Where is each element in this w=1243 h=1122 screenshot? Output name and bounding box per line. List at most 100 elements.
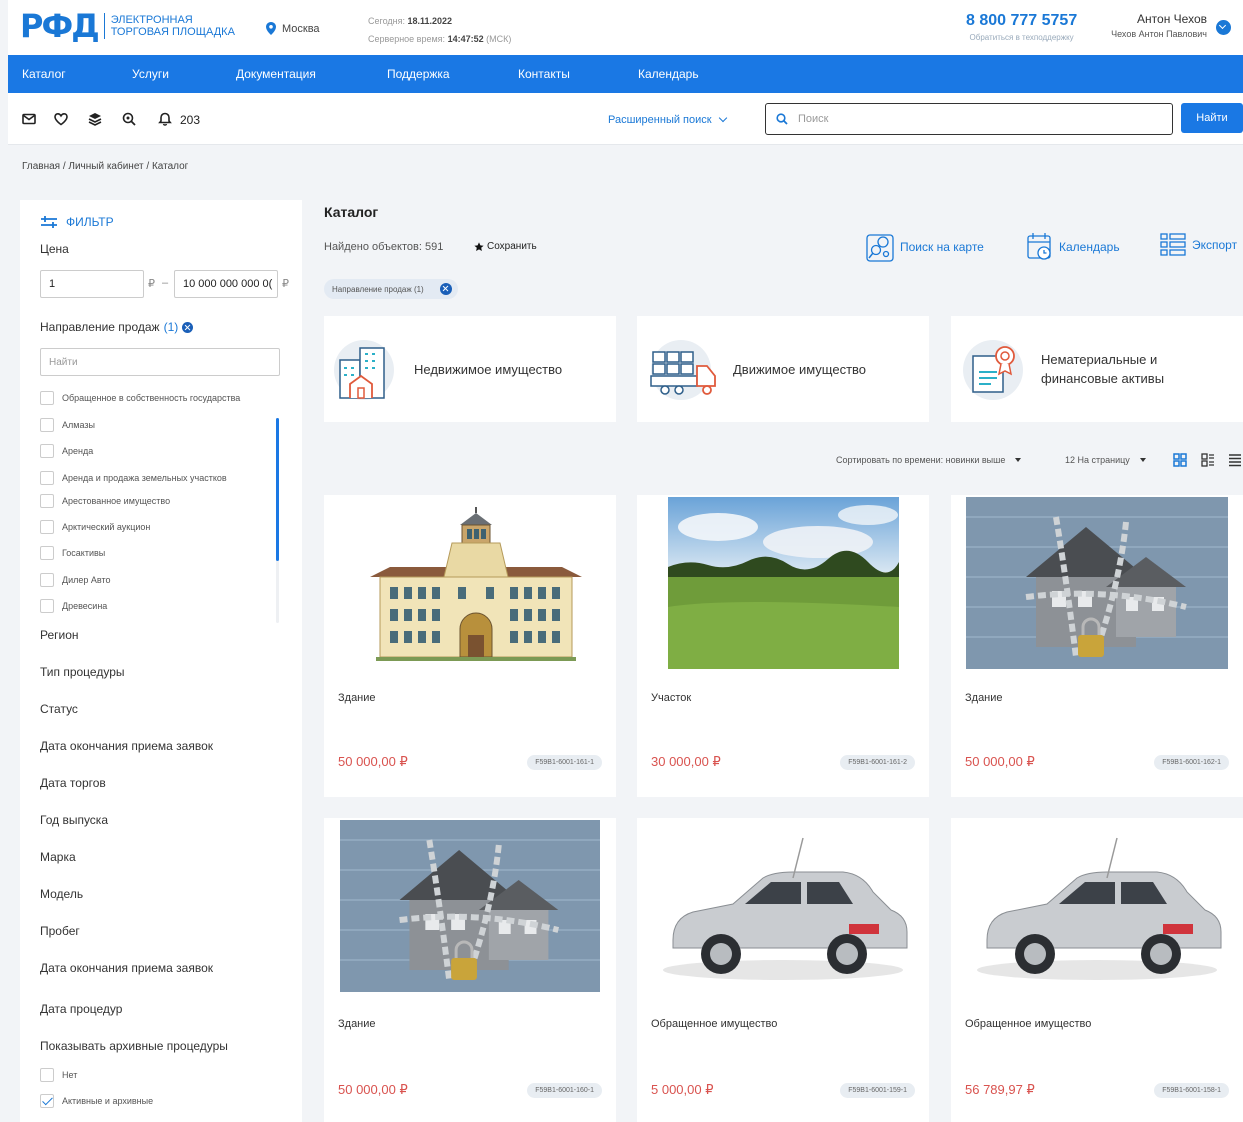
phone-number[interactable]: 8 800 777 5757 [966,12,1077,30]
building-image [340,497,600,669]
option-8[interactable]: Древесина [40,599,107,613]
chip-label: Направление продаж (1) [332,284,424,294]
support-phone[interactable]: 8 800 777 5757 Обратиться в техподдержку [966,12,1077,42]
section-mileage[interactable]: Пробег [40,924,80,938]
card-title: Здание [338,692,376,704]
user-full-name: Чехов Антон Павлович [1111,29,1207,39]
archive-option-all[interactable]: Активные и архивные [40,1094,153,1108]
clear-direction-icon[interactable] [182,321,194,333]
checkbox[interactable] [40,444,54,458]
active-filter-chip[interactable]: Направление продаж (1) [324,279,458,299]
direction-filter-title[interactable]: Направление продаж (1) [40,320,194,334]
support-link[interactable]: Обратиться в техподдержку [966,33,1077,42]
checkbox[interactable] [40,599,54,613]
direction-search-input[interactable]: Найти [40,348,280,376]
option-3[interactable]: Аренда и продажа земельных участков [40,471,227,485]
options-scroll-thumb[interactable] [276,418,279,561]
logo-text: ЭЛЕКТРОННАЯ ТОРГОВАЯ ПЛОЩАДКА [111,14,235,38]
sort-dropdown[interactable]: Сортировать по времени: новинки выше [836,455,1022,465]
checkbox[interactable] [40,494,54,508]
option-0[interactable]: Обращенное в собственность государства [40,391,240,405]
option-1[interactable]: Алмазы [40,418,95,432]
section-brand[interactable]: Марка [40,850,76,864]
tile-list-view-icon[interactable] [1201,453,1215,467]
lot-card[interactable]: Здание 50 000,00 ₽ F59B1-6001-161-1 [324,495,616,797]
find-button[interactable]: Найти [1181,103,1243,133]
checkbox[interactable] [40,471,54,485]
checkbox-checked[interactable] [40,1094,54,1108]
city-selector[interactable]: Москва [266,22,320,35]
lot-card[interactable]: Здание 50 000,00 ₽ F59B1-6001-162-1 [951,495,1243,797]
bell-icon[interactable] [158,112,172,126]
price-from-input[interactable]: 1 [40,270,144,298]
category-movable[interactable]: Движимое имущество [637,316,929,422]
checkbox[interactable] [40,573,54,587]
logo[interactable]: РФД ЭЛЕКТРОННАЯ ТОРГОВАЯ ПЛОЩАДКА [20,10,235,42]
section-application-end-2[interactable]: Дата окончания приема заявок [40,961,213,975]
checkbox[interactable] [40,418,54,432]
lot-card[interactable]: Здание 50 000,00 ₽ F59B1-6001-160-1 [324,818,616,1122]
nav-calendar[interactable]: Календарь [638,67,699,81]
category-real-estate[interactable]: Недвижимое имущество [324,316,616,422]
price-to-input[interactable]: 10 000 000 000 0( [174,270,278,298]
section-procedure-dates[interactable]: Дата процедур [40,1002,122,1016]
filter-header[interactable]: ФИЛЬТР [40,215,114,229]
remove-chip-icon[interactable] [439,283,452,295]
lot-card[interactable]: Участок 30 000,00 ₽ F59B1-6001-161-2 [637,495,929,797]
option-2[interactable]: Аренда [40,444,93,458]
section-application-end[interactable]: Дата окончания приема заявок [40,739,213,753]
user-menu[interactable]: Антон Чехов Чехов Антон Павлович [1111,12,1207,39]
advanced-search-toggle[interactable]: Расширенный поиск [608,113,727,126]
section-show-archive[interactable]: Показывать архивные процедуры [40,1039,228,1053]
nav-contacts[interactable]: Контакты [518,67,570,81]
checkbox[interactable] [40,1068,54,1082]
export-list-icon [1160,233,1186,256]
server-time-label: Серверное время: [368,34,446,44]
archive-option-no[interactable]: Нет [40,1068,77,1082]
option-4[interactable]: Арестованное имущество [40,494,170,508]
section-year[interactable]: Год выпуска [40,813,108,827]
option-5[interactable]: Арктический аукцион [40,520,150,534]
mail-icon[interactable] [22,112,36,126]
nav-support[interactable]: Поддержка [387,67,450,81]
option-6[interactable]: Госактивы [40,546,105,560]
top-header: РФД ЭЛЕКТРОННАЯ ТОРГОВАЯ ПЛОЩАДКА Москва… [8,0,1243,55]
nav-documentation[interactable]: Документация [236,67,316,81]
section-procedure-type[interactable]: Тип процедуры [40,665,125,679]
calendar-button[interactable]: Календарь [1027,232,1120,262]
list-view-icon[interactable] [1228,453,1242,467]
checkbox[interactable] [40,546,54,560]
section-model[interactable]: Модель [40,887,83,901]
heart-icon[interactable] [54,112,68,126]
calendar-label: Календарь [1059,240,1120,254]
grid-view-icon[interactable] [1173,453,1187,467]
layers-icon[interactable] [88,112,102,126]
save-search-button[interactable]: Сохранить [474,241,537,252]
movable-property-icon [650,340,716,400]
section-region[interactable]: Регион [40,628,79,642]
breadcrumb[interactable]: Главная / Личный кабинет / Каталог [22,161,188,172]
map-search-label: Поиск на карте [900,240,984,254]
export-button[interactable]: Экспорт [1160,232,1237,258]
section-status[interactable]: Статус [40,702,78,716]
user-dropdown-icon[interactable] [1216,20,1231,35]
nav-catalog[interactable]: Каталог [22,67,66,81]
card-price: 50 000,00 ₽ [338,1082,408,1097]
search-input[interactable] [798,113,1158,125]
option-7[interactable]: Дилер Авто [40,573,111,587]
results-count: Найдено объектов: 591 [324,241,444,253]
lot-card[interactable]: Обращенное имущество 5 000,00 ₽ F59B1-60… [637,818,929,1122]
map-search-button[interactable]: Поиск на карте [866,232,984,262]
direction-label: Направление продаж [40,320,160,334]
lot-card[interactable]: Обращенное имущество 56 789,97 ₽ F59B1-6… [951,818,1243,1122]
section-auction-date[interactable]: Дата торгов [40,776,106,790]
zoom-icon[interactable] [122,112,136,126]
category-intangible[interactable]: Нематериальные и финансовые активы [951,316,1243,422]
checkbox[interactable] [40,520,54,534]
nav-services[interactable]: Услуги [132,67,169,81]
option-label: Аренда [62,446,94,456]
per-page-dropdown[interactable]: 12 На страницу [1065,455,1146,465]
date-info: Сегодня: 18.11.2022 Серверное время: 14:… [368,12,511,48]
card-title: Здание [338,1018,376,1030]
checkbox[interactable] [40,391,54,405]
